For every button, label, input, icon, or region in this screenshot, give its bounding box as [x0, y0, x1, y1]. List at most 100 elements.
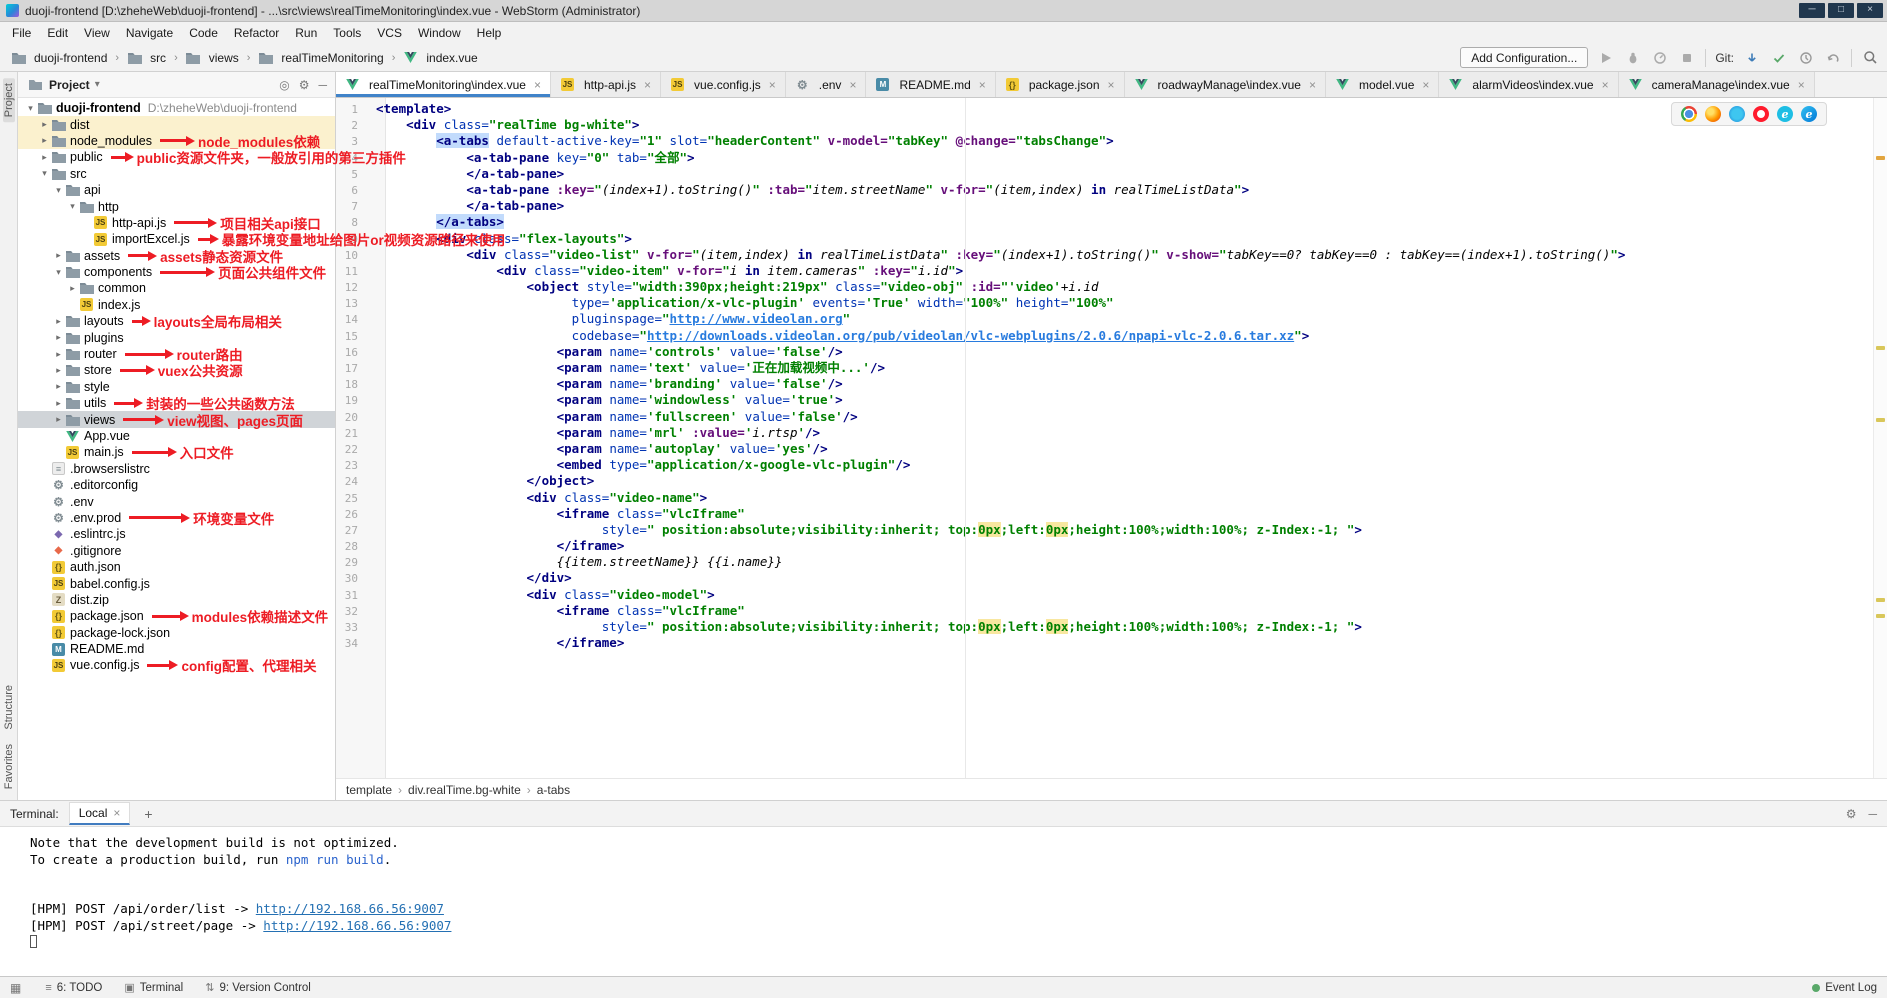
- code-line-25[interactable]: 25 <div class="video-name">: [336, 490, 1873, 506]
- code-line-6[interactable]: 6 <a-tab-pane :key="(index+1).toString()…: [336, 182, 1873, 198]
- status-item-9-version-control[interactable]: ⇅9: Version Control: [205, 981, 311, 994]
- code-line-16[interactable]: 16 <param name='controls' value='false'/…: [336, 344, 1873, 360]
- code-line-19[interactable]: 19 <param name='windowless' value='true'…: [336, 392, 1873, 408]
- tree-expand-arrow-icon[interactable]: ▸: [52, 250, 65, 261]
- tree-item-.env.prod[interactable]: ⚙.env.prod环境变量文件: [18, 510, 335, 526]
- ie-browser-icon[interactable]: e: [1777, 106, 1793, 122]
- tool-stripe-project[interactable]: Project: [3, 78, 15, 122]
- code-line-4[interactable]: 4 <a-tab-pane key="0" tab="全部">: [336, 150, 1873, 166]
- editor-breadcrumb-template[interactable]: template: [346, 783, 392, 797]
- editor-tab-http-api.js[interactable]: JShttp-api.js×: [551, 72, 661, 97]
- project-panel-title[interactable]: Project: [49, 78, 90, 92]
- terminal-link[interactable]: http://192.168.66.56:9007: [256, 901, 444, 916]
- code-line-3[interactable]: 3 <a-tabs default-active-key="1" slot="h…: [336, 133, 1873, 149]
- tree-item-api[interactable]: ▾api: [18, 182, 335, 198]
- code-hyperlink[interactable]: http://downloads.videolan.org/pub/videol…: [647, 328, 1294, 343]
- tree-item-.gitignore[interactable]: ◆.gitignore: [18, 543, 335, 559]
- menu-code[interactable]: Code: [181, 24, 226, 42]
- tree-expand-arrow-icon[interactable]: ▸: [38, 119, 51, 130]
- code-area[interactable]: 1<template>2 <div class="realTime bg-whi…: [336, 101, 1873, 651]
- editor-tab-roadwayManage-index.vue[interactable]: roadwayManage\index.vue×: [1125, 72, 1326, 97]
- tree-item-src[interactable]: ▾src: [18, 166, 335, 182]
- search-everywhere-icon[interactable]: [1861, 49, 1879, 67]
- maximize-button[interactable]: □: [1828, 3, 1854, 18]
- code-line-34[interactable]: 34 </iframe>: [336, 635, 1873, 651]
- code-line-15[interactable]: 15 codebase="http://downloads.videolan.o…: [336, 328, 1873, 344]
- tree-item-views[interactable]: ▸viewsview视图、pages页面: [18, 411, 335, 427]
- code-line-29[interactable]: 29 {{item.streetName}} {{i.name}}: [336, 554, 1873, 570]
- tree-collapse-arrow-icon[interactable]: ▾: [24, 103, 37, 114]
- code-line-23[interactable]: 23 <embed type="application/x-google-vlc…: [336, 457, 1873, 473]
- scrollbar-warning-mark[interactable]: [1876, 156, 1885, 160]
- hide-panel-icon[interactable]: ─: [318, 78, 327, 92]
- tab-close-icon[interactable]: ×: [644, 78, 651, 92]
- tree-expand-arrow-icon[interactable]: ▸: [52, 316, 65, 327]
- menu-refactor[interactable]: Refactor: [226, 24, 287, 42]
- editor-tab-cameraManage-index.vue[interactable]: cameraManage\index.vue×: [1619, 72, 1815, 97]
- tree-item-duoji-frontend[interactable]: ▾duoji-frontendD:\zheheWeb\duoji-fronten…: [18, 100, 335, 116]
- menu-help[interactable]: Help: [469, 24, 510, 42]
- tab-close-icon[interactable]: ×: [769, 78, 776, 92]
- terminal-tab-local[interactable]: Local ×: [69, 802, 131, 825]
- chevron-down-icon[interactable]: ▾: [95, 79, 100, 90]
- code-line-13[interactable]: 13 type='application/x-vlc-plugin' event…: [336, 295, 1873, 311]
- chrome-browser-icon[interactable]: [1681, 106, 1697, 122]
- tab-close-icon[interactable]: ×: [113, 806, 120, 820]
- breadcrumb-duoji-frontend[interactable]: duoji-frontend: [8, 50, 110, 66]
- terminal-settings-gear-icon[interactable]: ⚙: [1846, 807, 1857, 821]
- code-line-30[interactable]: 30 </div>: [336, 570, 1873, 586]
- breadcrumb-src[interactable]: src: [124, 50, 169, 66]
- firefox-browser-icon[interactable]: [1705, 106, 1721, 122]
- menu-edit[interactable]: Edit: [39, 24, 76, 42]
- code-line-26[interactable]: 26 <iframe class="vlcIframe": [336, 506, 1873, 522]
- menu-tools[interactable]: Tools: [325, 24, 369, 42]
- code-line-21[interactable]: 21 <param name='mrl' :value='i.rtsp'/>: [336, 425, 1873, 441]
- tree-expand-arrow-icon[interactable]: ▸: [52, 332, 65, 343]
- tree-item-main.js[interactable]: JSmain.js入口文件: [18, 444, 335, 460]
- editor-tab-model.vue[interactable]: model.vue×: [1326, 72, 1439, 97]
- code-line-9[interactable]: 9 <div class="flex-layouts">: [336, 231, 1873, 247]
- code-hyperlink[interactable]: http://www.videolan.org: [670, 311, 843, 326]
- tool-stripe-favorites[interactable]: Favorites: [3, 739, 15, 794]
- tree-item-.browserslistrc[interactable]: ≡.browserslistrc: [18, 461, 335, 477]
- menu-navigate[interactable]: Navigate: [118, 24, 181, 42]
- tree-expand-arrow-icon[interactable]: ▸: [52, 349, 65, 360]
- code-line-22[interactable]: 22 <param name='autoplay' value='yes'/>: [336, 441, 1873, 457]
- editor-tab-realTimeMonitoring-index.vue[interactable]: realTimeMonitoring\index.vue×: [336, 72, 551, 97]
- tree-collapse-arrow-icon[interactable]: ▾: [38, 168, 51, 179]
- tab-close-icon[interactable]: ×: [979, 78, 986, 92]
- tab-close-icon[interactable]: ×: [1309, 78, 1316, 92]
- tree-item-.editorconfig[interactable]: ⚙.editorconfig: [18, 477, 335, 493]
- run-icon[interactable]: [1597, 49, 1615, 67]
- tree-collapse-arrow-icon[interactable]: ▾: [66, 201, 79, 212]
- minimize-button[interactable]: ─: [1799, 3, 1825, 18]
- code-line-1[interactable]: 1<template>: [336, 101, 1873, 117]
- new-terminal-session-button[interactable]: +: [140, 806, 156, 822]
- menu-vcs[interactable]: VCS: [369, 24, 410, 42]
- code-line-27[interactable]: 27 style=" position:absolute;visibility:…: [336, 522, 1873, 538]
- tree-expand-arrow-icon[interactable]: ▸: [38, 152, 51, 163]
- editor-tab-.env[interactable]: ⚙.env×: [786, 72, 867, 97]
- code-line-14[interactable]: 14 pluginspage="http://www.videolan.org": [336, 311, 1873, 327]
- tree-item-store[interactable]: ▸storevuex公共资源: [18, 362, 335, 378]
- editor-tab-README.md[interactable]: MREADME.md×: [866, 72, 995, 97]
- event-log-button[interactable]: Event Log: [1812, 982, 1877, 994]
- close-button[interactable]: ×: [1857, 3, 1883, 18]
- code-line-2[interactable]: 2 <div class="realTime bg-white">: [336, 117, 1873, 133]
- tab-close-icon[interactable]: ×: [1422, 78, 1429, 92]
- breadcrumb-views[interactable]: views: [183, 50, 242, 66]
- debug-bug-icon[interactable]: [1624, 49, 1642, 67]
- tree-expand-arrow-icon[interactable]: ▸: [66, 283, 79, 294]
- breadcrumb-index.vue[interactable]: index.vue: [400, 50, 480, 66]
- code-line-10[interactable]: 10 <div class="video-list" v-for="(item,…: [336, 247, 1873, 263]
- tree-item-package.json[interactable]: {}package.jsonmodules依赖描述文件: [18, 608, 335, 624]
- tool-stripe-structure[interactable]: Structure: [3, 680, 15, 735]
- editor-tab-vue.config.js[interactable]: JSvue.config.js×: [661, 72, 786, 97]
- editor-tab-package.json[interactable]: {}package.json×: [996, 72, 1125, 97]
- safari-browser-icon[interactable]: [1729, 106, 1745, 122]
- tool-windows-toggle-icon[interactable]: ▦: [10, 981, 21, 995]
- code-line-28[interactable]: 28 </iframe>: [336, 538, 1873, 554]
- code-line-20[interactable]: 20 <param name='fullscreen' value='false…: [336, 409, 1873, 425]
- code-line-17[interactable]: 17 <param name='text' value='正在加载视频中...'…: [336, 360, 1873, 376]
- status-item-terminal[interactable]: ▣Terminal: [124, 981, 183, 994]
